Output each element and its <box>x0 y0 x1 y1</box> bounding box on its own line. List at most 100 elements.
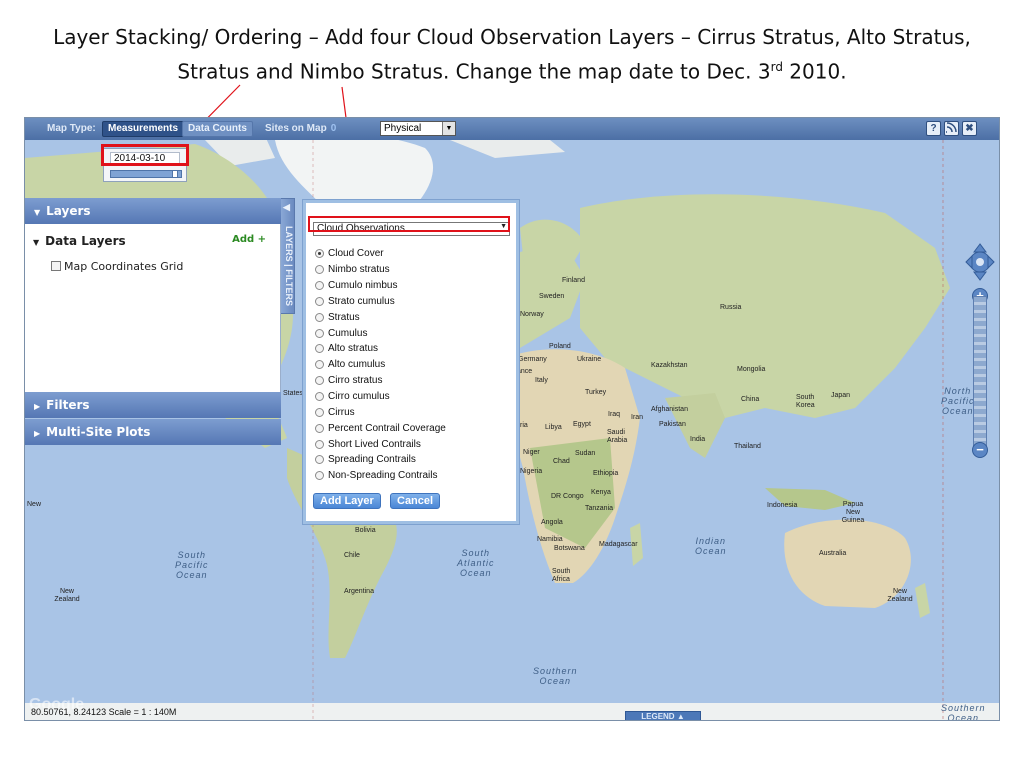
map-label: ance <box>517 368 533 375</box>
layer-option-label: Cirrus <box>328 406 355 418</box>
layer-option-label: Spreading Contrails <box>328 454 416 466</box>
multisite-header-label: Multi-Site Plots <box>46 425 151 439</box>
map-label: Ukraine <box>577 356 602 363</box>
radio-button[interactable] <box>315 392 324 402</box>
map-toolbar: Map Type: Measurements Data Counts Sites… <box>25 118 999 140</box>
radio-button[interactable] <box>315 265 324 275</box>
layer-option[interactable]: Non-Spreading Contrails <box>315 468 446 484</box>
radio-button[interactable] <box>315 439 324 449</box>
radio-button[interactable] <box>315 455 324 465</box>
zoom-slider[interactable] <box>973 296 987 446</box>
radio-button[interactable] <box>315 376 324 386</box>
layer-option[interactable]: Spreading Contrails <box>315 452 446 468</box>
map-label: Ethiopia <box>593 470 619 477</box>
layer-option-label: Cirro cumulus <box>328 391 390 403</box>
map-label: Madagascar <box>599 541 638 548</box>
map-label: Sweden <box>539 293 565 300</box>
caret-down-icon: ▼ <box>34 208 41 217</box>
map-label: Iran <box>631 414 644 421</box>
date-highlight-box <box>101 144 189 166</box>
radio-button[interactable] <box>315 423 324 433</box>
map-type-select[interactable]: Physical ▼ <box>380 121 456 136</box>
measurements-button[interactable]: Measurements <box>102 121 185 137</box>
map-grid-option[interactable]: Map Coordinates Grid <box>51 260 183 273</box>
layer-option[interactable]: Cumulo nimbus <box>315 278 446 294</box>
map-label: Russia <box>720 304 742 311</box>
data-layers-label: Data Layers <box>45 234 126 248</box>
layer-option[interactable]: Cirro stratus <box>315 373 446 389</box>
map-label: India <box>690 436 706 443</box>
radio-button[interactable] <box>315 296 324 306</box>
layer-option[interactable]: Nimbo stratus <box>315 262 446 278</box>
radio-button[interactable] <box>315 281 324 291</box>
map-label: Mongolia <box>737 366 766 373</box>
map-label: Chad <box>553 458 570 465</box>
map-label: States <box>283 390 303 397</box>
zoom-out-button[interactable]: − <box>972 442 988 458</box>
ocean-label: Southern Ocean <box>941 703 986 721</box>
map-label: Turkey <box>585 389 607 396</box>
map-label: Afghanistan <box>651 406 688 413</box>
map-label: Saudi Arabia <box>607 429 628 444</box>
layer-option[interactable]: Stratus <box>315 309 446 325</box>
layer-option[interactable]: Short Lived Contrails <box>315 436 446 452</box>
map-label: Pakistan <box>659 421 686 428</box>
radio-button[interactable] <box>315 249 324 259</box>
layer-option[interactable]: Cirrus <box>315 404 446 420</box>
add-layer-dialog: Cloud Observations ▼ Cloud Cover Nimbo st… <box>303 200 519 524</box>
grid-option-label: Map Coordinates Grid <box>64 260 184 273</box>
layer-option[interactable]: Cloud Cover <box>315 246 446 262</box>
layers-header[interactable]: ▼ Layers <box>25 198 281 224</box>
layer-option[interactable]: Strato cumulus <box>315 294 446 310</box>
pan-control-icon[interactable] <box>965 242 995 282</box>
grid-checkbox[interactable] <box>51 261 61 271</box>
layer-option[interactable]: Cirro cumulus <box>315 389 446 405</box>
layer-option-label: Short Lived Contrails <box>328 438 421 450</box>
multisite-header[interactable]: ▶ Multi-Site Plots <box>25 419 281 445</box>
sites-on-map-label: Sites on Map <box>265 123 327 134</box>
layer-option[interactable]: Percent Contrail Coverage <box>315 420 446 436</box>
radio-button[interactable] <box>315 471 324 481</box>
legend-tab[interactable]: LEGEND ▲ <box>625 711 701 721</box>
layers-filters-tab[interactable]: ◀ LAYERS | FILTERS <box>281 198 295 314</box>
ocean-label: Southern Ocean <box>533 666 578 686</box>
caret-right-icon: ▶ <box>34 429 41 438</box>
map-label: Tanzania <box>585 505 614 512</box>
filters-header-label: Filters <box>46 398 90 412</box>
radio-button[interactable] <box>315 328 324 338</box>
layer-option[interactable]: Alto cumulus <box>315 357 446 373</box>
data-counts-button[interactable]: Data Counts <box>182 121 253 137</box>
layer-option-label: Cirro stratus <box>328 375 383 387</box>
date-slider[interactable] <box>110 170 182 178</box>
map-label: China <box>741 396 760 403</box>
radio-button[interactable] <box>315 360 324 370</box>
help-icon[interactable]: ? <box>926 121 941 136</box>
legend-label: LEGEND <box>641 712 675 721</box>
add-layer-button[interactable]: Add Layer <box>313 493 381 509</box>
map-type-label: Map Type: <box>47 123 96 134</box>
radio-button[interactable] <box>315 312 324 322</box>
map-label: Kazakhstan <box>651 362 688 369</box>
ocean-label: South Atlantic Ocean <box>457 548 495 578</box>
map-label: Papua New Guinea <box>841 501 865 524</box>
sites-on-map-count: 0 <box>330 123 337 134</box>
map-label: Germany <box>518 356 547 363</box>
rss-icon[interactable] <box>944 121 959 136</box>
add-layer-link[interactable]: Add + <box>232 234 266 245</box>
caret-right-icon: ▶ <box>34 402 41 411</box>
layer-option[interactable]: Cumulus <box>315 325 446 341</box>
layer-option[interactable]: Alto stratus <box>315 341 446 357</box>
cancel-button[interactable]: Cancel <box>390 493 441 509</box>
radio-button[interactable] <box>315 407 324 417</box>
map-label: Norway <box>520 311 544 318</box>
collapse-chevron-icon: ◀ <box>283 202 290 212</box>
map-label: Libya <box>545 424 562 431</box>
radio-button[interactable] <box>315 344 324 354</box>
date-slider-thumb[interactable] <box>172 170 178 178</box>
map-label: Namibia <box>537 536 563 543</box>
data-layers-title[interactable]: ▼ Data Layers <box>33 234 126 248</box>
map-label: South Korea <box>796 394 815 409</box>
map-label: Angola <box>541 519 563 526</box>
filters-header[interactable]: ▶ Filters <box>25 392 281 418</box>
close-icon[interactable]: ✖ <box>962 121 977 136</box>
